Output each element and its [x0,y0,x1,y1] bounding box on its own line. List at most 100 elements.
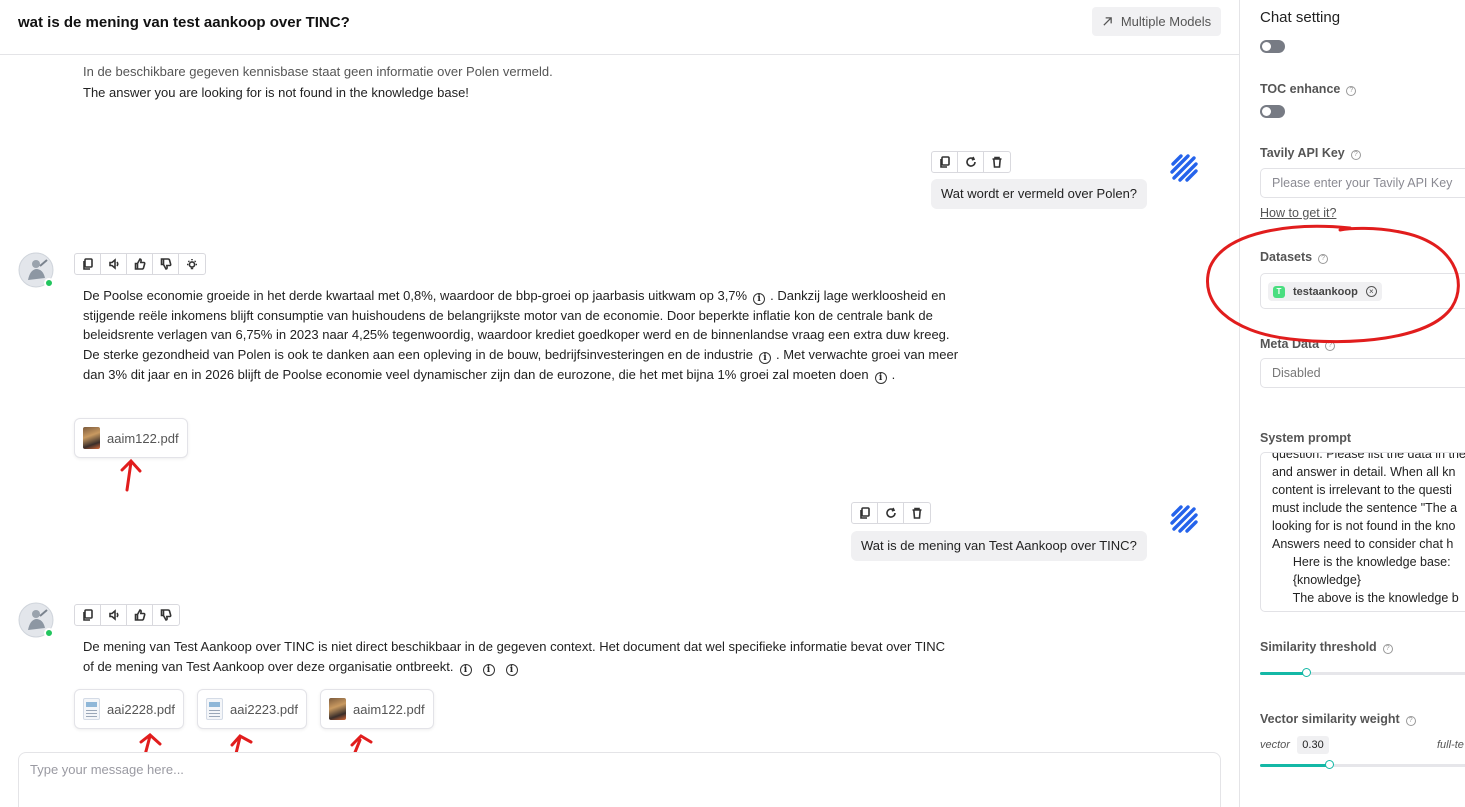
thumbs-up-icon [134,609,146,621]
chat-title: wat is de mening van test aankoop over T… [18,14,350,31]
citation-info-icon[interactable]: i [758,352,771,365]
multiple-models-label: Multiple Models [1120,14,1212,29]
trash-icon [992,156,1002,168]
copy-button[interactable] [75,254,101,274]
reference-document-card[interactable]: aai2223.pdf [197,689,307,729]
message-list[interactable]: In de beschikbare gegeven kennisbase sta… [0,56,1239,807]
answer-segment: De Poolse economie groeide in het derde … [83,288,748,303]
assistant-answer-text: De Poolse economie groeide in het derde … [83,286,963,385]
chat-setting-title: Chat setting [1260,9,1341,26]
copy-button[interactable] [75,605,101,625]
reference-document-card[interactable]: aai2228.pdf [74,689,184,729]
assistant-message-toolbar [74,604,180,626]
help-icon[interactable]: ? [1318,254,1329,264]
metadata-label: Meta Data? [1260,337,1336,351]
message-composer[interactable] [18,752,1221,807]
read-aloud-button[interactable] [101,254,127,274]
regenerate-button[interactable] [958,152,984,172]
slider-handle[interactable] [1325,760,1334,769]
copy-button[interactable] [932,152,958,172]
full-text-sub-label: full-te [1437,739,1464,751]
metadata-select[interactable]: Disabled [1260,358,1465,388]
copy-icon [82,609,93,621]
dislike-button[interactable] [153,254,179,274]
toc-enhance-toggle[interactable] [1260,105,1285,118]
reference-document-card[interactable]: aaim122.pdf [74,418,188,458]
vector-similarity-weight-label: Vector similarity weight? [1260,712,1416,726]
tavily-api-key-field[interactable] [1260,168,1465,198]
dataset-avatar: T [1273,285,1285,298]
metadata-value: Disabled [1272,366,1321,380]
toc-enhance-label: TOC enhance? [1260,82,1357,96]
dataset-chip: T testaankoop × [1268,282,1382,301]
document-thumbnail [329,698,346,720]
previous-answer-line: The answer you are looking for is not fo… [83,85,469,100]
user-message-bubble: Wat wordt er vermeld over Polen? [931,179,1148,209]
citation-info-icon[interactable]: i [874,371,887,384]
similarity-threshold-slider[interactable] [1260,668,1465,677]
tavily-api-key-label: Tavily API Key? [1260,146,1361,160]
assistant-answer-text: De mening van Test Aankoop over TINC is … [83,637,953,676]
copy-icon [859,507,870,519]
vector-weight-label-text: Vector similarity weight [1260,712,1400,726]
datasets-label: Datasets? [1260,250,1329,264]
red-annotation-arrow-icon [120,458,142,492]
user-message-toolbar [851,502,931,524]
user-avatar-icon [1170,505,1198,533]
metadata-label-text: Meta Data [1260,337,1320,351]
previous-answer-cut-line: In de beschikbare gegeven kennisbase sta… [83,64,553,79]
similarity-threshold-label: Similarity threshold? [1260,640,1393,654]
online-status-dot [44,628,54,638]
help-icon[interactable]: ? [1346,86,1357,96]
system-prompt-label: System prompt [1260,431,1351,445]
document-name: aai2228.pdf [107,701,175,717]
datasets-select[interactable]: T testaankoop × [1260,273,1465,309]
document-thumbnail [206,698,223,720]
user-message-bubble: Wat is de mening van Test Aankoop over T… [851,531,1147,561]
toc-enhance-text: TOC enhance [1260,82,1341,96]
like-button[interactable] [127,605,153,625]
how-to-get-it-link[interactable]: How to get it? [1260,206,1336,220]
assistant-avatar [18,252,54,288]
arrow-up-right-icon [1103,17,1112,26]
delete-button[interactable] [904,503,930,523]
slider-handle[interactable] [1302,668,1311,677]
copy-button[interactable] [852,503,878,523]
citation-info-icon[interactable]: i [459,663,472,676]
slider-fill [1260,672,1306,675]
read-aloud-button[interactable] [101,605,127,625]
regenerate-button[interactable] [878,503,904,523]
multiple-models-button[interactable]: Multiple Models [1092,7,1221,36]
like-button[interactable] [127,254,153,274]
citation-info-icon[interactable]: i [753,293,766,305]
copy-icon [82,258,93,270]
lightbulb-icon [187,259,197,270]
tavily-api-key-input[interactable] [1272,169,1465,197]
citation-info-icon[interactable]: i [482,663,495,676]
system-prompt-textarea[interactable]: question. Please list the data in the an… [1260,452,1465,612]
refresh-icon [965,156,976,167]
dislike-button[interactable] [153,605,179,625]
trash-icon [912,507,922,519]
delete-button[interactable] [984,152,1010,172]
vector-weight-value: 0.30 [1297,736,1329,754]
message-input[interactable] [19,753,1220,807]
help-icon[interactable]: ? [1405,716,1416,726]
vector-similarity-weight-slider[interactable] [1260,760,1465,769]
thumbs-up-icon [134,258,146,270]
reference-document-card[interactable]: aaim122.pdf [320,689,434,729]
help-icon[interactable]: ? [1350,150,1361,160]
prompt-button[interactable] [179,254,205,274]
document-name: aaim122.pdf [107,430,179,446]
thumbs-down-icon [160,258,172,270]
user-avatar-icon [1170,154,1198,182]
chat-column: wat is de mening van test aankoop over T… [0,0,1239,807]
document-name: aai2223.pdf [230,701,298,717]
chat-setting-toggle[interactable] [1260,40,1285,53]
chat-header: wat is de mening van test aankoop over T… [0,0,1239,55]
citation-info-icon[interactable]: i [505,663,518,676]
system-prompt-text: question. Please list the data in the an… [1272,452,1465,605]
help-icon[interactable]: ? [1382,644,1393,654]
remove-dataset-icon[interactable]: × [1365,286,1377,297]
help-icon[interactable]: ? [1325,341,1336,351]
